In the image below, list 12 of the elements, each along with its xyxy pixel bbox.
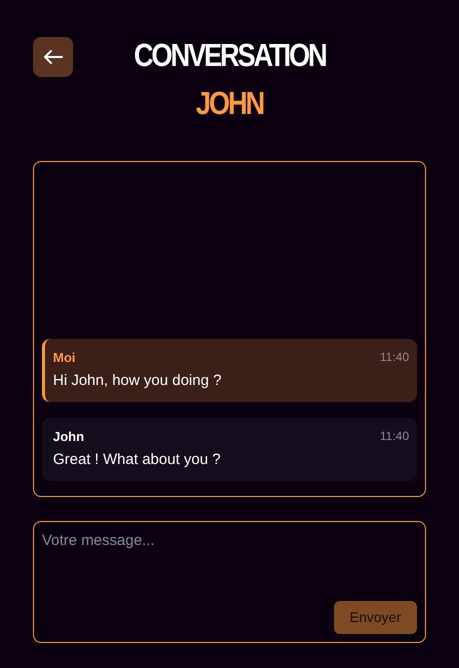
contact-name: JOHN bbox=[196, 85, 264, 121]
page-title: CONVERSATION bbox=[134, 37, 326, 73]
message-time: 11:40 bbox=[380, 428, 409, 445]
message-author: Moi bbox=[53, 349, 76, 367]
send-button[interactable]: Envoyer bbox=[334, 601, 417, 634]
message-text: Hi John, how you doing ? bbox=[53, 370, 222, 390]
message-text: Great ! What about you ? bbox=[53, 450, 222, 470]
message-field[interactable]: Votre message... Envoyer bbox=[33, 521, 426, 643]
back-button[interactable] bbox=[33, 37, 73, 77]
message-time: 11:40 bbox=[380, 349, 409, 366]
back-arrow-icon bbox=[43, 49, 63, 65]
message-author: John bbox=[53, 428, 84, 446]
